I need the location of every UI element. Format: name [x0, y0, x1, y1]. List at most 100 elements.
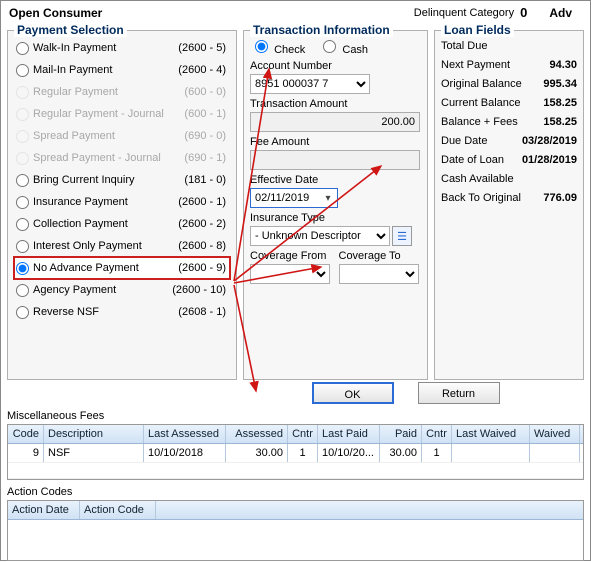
col-last-paid[interactable]: Last Paid	[318, 425, 380, 443]
loan-field-value: 03/28/2019	[522, 132, 577, 151]
payment-option[interactable]: Bring Current Inquiry(181 - 0)	[14, 169, 230, 191]
payment-option-label: Regular Payment	[33, 86, 166, 98]
payment-option-radio	[16, 152, 29, 165]
account-number-select[interactable]: 8951 000037 7	[250, 74, 370, 94]
payment-option-code: (690 - 0)	[166, 130, 230, 142]
loan-field-label: Date of Loan	[441, 151, 504, 170]
col-assessed[interactable]: Assessed	[226, 425, 288, 443]
payment-option: Spread Payment - Journal(690 - 1)	[14, 147, 230, 169]
effective-date-picker[interactable]: ▾	[250, 188, 338, 208]
payment-option-label: Insurance Payment	[33, 196, 166, 208]
payment-option-code: (2608 - 1)	[166, 306, 230, 318]
cash-radio[interactable]: Cash	[318, 44, 368, 56]
payment-option-label: Spread Payment - Journal	[33, 152, 166, 164]
col-cntr[interactable]: Cntr	[288, 425, 318, 443]
payment-option-radio	[16, 108, 29, 121]
coverage-from-label: Coverage From	[250, 250, 333, 262]
loan-field-label: Current Balance	[441, 94, 521, 113]
payment-option-label: Mail-In Payment	[33, 64, 166, 76]
transaction-info-legend: Transaction Information	[250, 23, 393, 37]
payment-option[interactable]: Collection Payment(2600 - 2)	[14, 213, 230, 235]
payment-option-radio[interactable]	[16, 284, 29, 297]
misc-fees-grid[interactable]: Code Description Last Assessed Assessed …	[7, 424, 584, 480]
col-action-code[interactable]: Action Code	[80, 501, 156, 519]
loan-field-row: Current Balance158.25	[441, 94, 577, 113]
payment-option-radio[interactable]	[16, 174, 29, 187]
col-code[interactable]: Code	[8, 425, 44, 443]
insurance-lookup-button[interactable]: ☰	[392, 226, 412, 246]
col-cntr2[interactable]: Cntr	[422, 425, 452, 443]
table-row	[8, 463, 583, 479]
payment-option[interactable]: Interest Only Payment(2600 - 8)	[14, 235, 230, 257]
payment-option-radio[interactable]	[16, 306, 29, 319]
action-codes-grid[interactable]: Action Date Action Code	[7, 500, 584, 561]
effective-date-input[interactable]	[253, 190, 321, 206]
adv-label: Adv	[549, 6, 572, 20]
payment-option[interactable]: No Advance Payment(2600 - 9)	[14, 257, 230, 279]
payment-option: Regular Payment(600 - 0)	[14, 81, 230, 103]
payment-option[interactable]: Insurance Payment(2600 - 1)	[14, 191, 230, 213]
window-title: Open Consumer	[9, 6, 102, 20]
insurance-type-select[interactable]: - Unknown Descriptor	[250, 226, 390, 246]
ok-button[interactable]: OK	[312, 382, 394, 404]
table-cell: NSF	[44, 444, 144, 462]
payment-option-code: (2600 - 1)	[166, 196, 230, 208]
col-last-waived[interactable]: Last Waived	[452, 425, 530, 443]
payment-option[interactable]: Agency Payment(2600 - 10)	[14, 279, 230, 301]
payment-selection-legend: Payment Selection	[14, 23, 127, 37]
payment-option-radio[interactable]	[16, 64, 29, 77]
transaction-amount-label: Transaction Amount	[250, 98, 421, 110]
loan-fields-legend: Loan Fields	[441, 23, 514, 37]
return-button[interactable]: Return	[418, 382, 500, 404]
loan-field-row: Date of Loan 01/28/2019	[441, 151, 577, 170]
payment-option-label: Bring Current Inquiry	[33, 174, 166, 186]
loan-field-row: Back To Original776.09	[441, 189, 577, 208]
col-description[interactable]: Description	[44, 425, 144, 443]
payment-option[interactable]: Walk-In Payment(2600 - 5)	[14, 37, 230, 59]
delinquent-category-value: 0	[520, 5, 527, 20]
payment-option-radio	[16, 86, 29, 99]
loan-field-label: Total Due	[441, 37, 487, 56]
transaction-info-group: Transaction Information Check Cash Accou…	[243, 30, 428, 380]
table-cell: 30.00	[226, 444, 288, 462]
col-waived[interactable]: Waived	[530, 425, 580, 443]
chevron-down-icon[interactable]: ▾	[321, 193, 335, 204]
payment-option: Regular Payment - Journal(600 - 1)	[14, 103, 230, 125]
loan-field-row: Balance + Fees 158.25	[441, 113, 577, 132]
col-paid[interactable]: Paid	[380, 425, 422, 443]
payment-option-code: (2600 - 5)	[166, 42, 230, 54]
loan-field-row: Original Balance995.34	[441, 75, 577, 94]
transaction-amount-input[interactable]	[250, 112, 420, 132]
loan-field-label: Balance + Fees	[441, 113, 518, 132]
payment-option[interactable]: Reverse NSF(2608 - 1)	[14, 301, 230, 323]
fee-amount-input[interactable]	[250, 150, 420, 170]
payment-option-code: (2600 - 8)	[166, 240, 230, 252]
payment-option-radio[interactable]	[16, 240, 29, 253]
coverage-from-select[interactable]	[250, 264, 330, 284]
insurance-type-label: Insurance Type	[250, 212, 421, 224]
loan-field-value: 158.25	[543, 113, 577, 132]
table-cell: 1	[422, 444, 452, 462]
loan-fields-group: Loan Fields Total DueNext Payment94.30Or…	[434, 30, 584, 380]
loan-field-value: 776.09	[543, 189, 577, 208]
payment-option-label: Regular Payment - Journal	[33, 108, 166, 120]
payment-option-code: (2600 - 4)	[166, 64, 230, 76]
loan-field-value: 01/28/2019	[522, 151, 577, 170]
loan-field-row: Due Date03/28/2019	[441, 132, 577, 151]
payment-option-radio[interactable]	[16, 218, 29, 231]
payment-option-label: Interest Only Payment	[33, 240, 166, 252]
payment-option-radio[interactable]	[16, 196, 29, 209]
fee-amount-label: Fee Amount	[250, 136, 421, 148]
loan-field-value: 94.30	[549, 56, 577, 75]
col-last-assessed[interactable]: Last Assessed	[144, 425, 226, 443]
loan-field-row: Next Payment94.30	[441, 56, 577, 75]
payment-option-code: (2600 - 9)	[166, 262, 230, 274]
check-radio[interactable]: Check	[250, 44, 305, 56]
coverage-to-select[interactable]	[339, 264, 419, 284]
table-row[interactable]: 9NSF10/10/201830.00110/10/20...30.001	[8, 444, 583, 463]
payment-option-radio[interactable]	[16, 262, 29, 275]
payment-option-radio[interactable]	[16, 42, 29, 55]
payment-option[interactable]: Mail-In Payment(2600 - 4)	[14, 59, 230, 81]
col-action-date[interactable]: Action Date	[8, 501, 80, 519]
table-cell	[452, 444, 530, 462]
